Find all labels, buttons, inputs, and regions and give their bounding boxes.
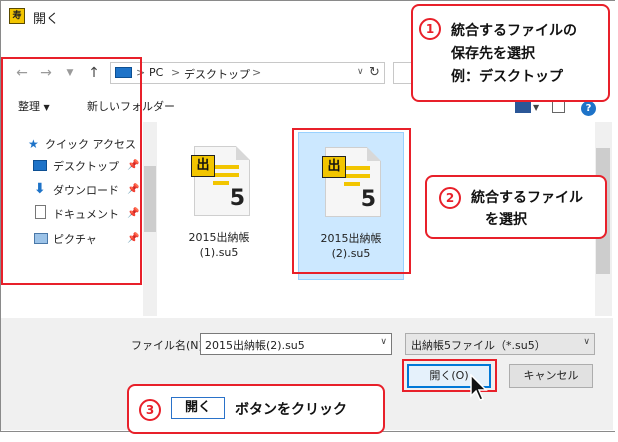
app-icon: 寿 (9, 8, 25, 24)
callout-step1: 1 統合するファイルの 保存先を選択 例：デスクトップ (411, 4, 610, 102)
su5-file-icon: 出 5 (191, 146, 250, 216)
address-separator: > (252, 66, 262, 79)
view-options-icon[interactable] (515, 101, 531, 113)
step-number: 1 (419, 18, 441, 40)
filename-input[interactable]: 2015出納帳(2).su5 ∨ (200, 333, 392, 355)
chevron-down-icon[interactable]: ∨ (380, 337, 387, 347)
address-bar[interactable]: > PC > デスクトップ > ∨ ↻ (110, 62, 385, 84)
help-icon[interactable]: ? (581, 101, 596, 116)
filetype-select[interactable]: 出納帳5ファイル（*.su5） ∨ (405, 333, 595, 355)
file-item[interactable]: 出 5 2015出納帳 (1).su5 (170, 132, 268, 280)
callout-step2: 2 統合するファイル を選択 (425, 175, 607, 239)
refresh-icon[interactable]: ↻ (369, 65, 380, 80)
preview-pane-icon[interactable] (552, 101, 565, 113)
address-dropdown-chevron-icon[interactable]: ∨ (357, 67, 364, 77)
address-segment-desktop[interactable]: デスクトップ (184, 66, 250, 82)
filename-value: 2015出納帳(2).su5 (205, 339, 305, 352)
address-segment-pc[interactable]: PC (149, 66, 163, 79)
window-title: 開く (33, 12, 60, 27)
chevron-down-icon: ∨ (583, 337, 590, 347)
mouse-cursor-icon (470, 374, 488, 401)
step-number: 2 (439, 187, 461, 209)
nav-pane-scrollbar-thumb[interactable] (144, 166, 156, 232)
callout-text: 統合するファイルの 保存先を選択 例：デスクトップ (451, 23, 577, 85)
highlight-nav-pane (1, 57, 142, 285)
cancel-button[interactable]: キャンセル (509, 364, 593, 388)
callout-text: ボタンをクリック (235, 402, 347, 418)
filetype-value: 出納帳5ファイル（*.su5） (411, 339, 546, 352)
filename-label: ファイル名(N): (131, 339, 207, 352)
highlight-selected-file (292, 128, 411, 274)
callout-step3: 3 開く ボタンをクリック (127, 384, 385, 434)
callout-text: 統合するファイル を選択 (471, 190, 583, 228)
address-separator: > (171, 66, 181, 79)
file-name: 2015出納帳 (1).su5 (188, 231, 250, 259)
step-number: 3 (139, 399, 161, 421)
open-button-label-sample: 開く (171, 397, 225, 419)
file-version-number: 5 (229, 186, 245, 211)
file-badge: 出 (191, 155, 215, 177)
view-chevron-down-icon[interactable]: ▼ (533, 103, 539, 112)
